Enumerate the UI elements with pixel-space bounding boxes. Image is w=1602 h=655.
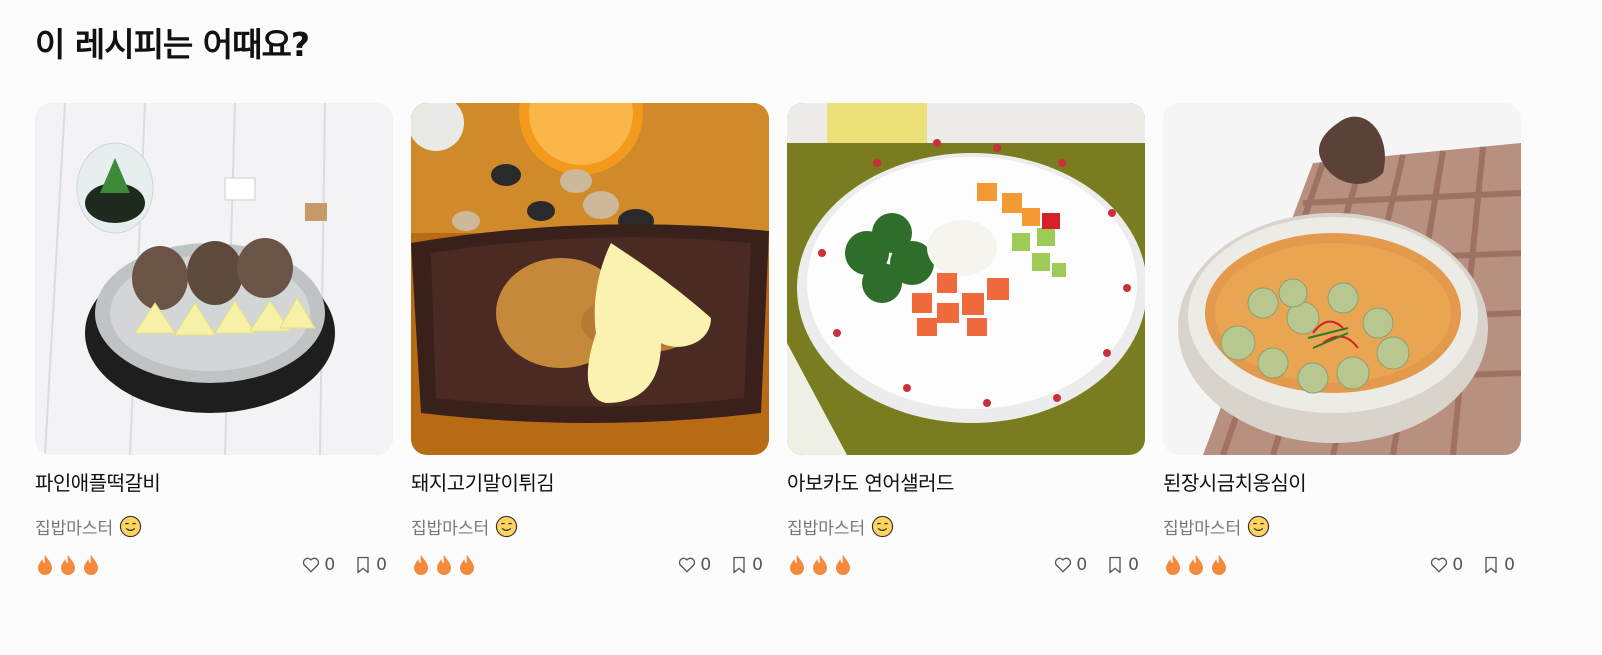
smiling-face-icon: [496, 515, 518, 538]
recipe-thumbnail[interactable]: [411, 103, 769, 455]
recipe-title[interactable]: 된장시금치옹심이: [1163, 471, 1521, 495]
author-row[interactable]: 집밥마스터: [35, 514, 393, 539]
bookmark-icon: [733, 556, 745, 574]
author-name[interactable]: 집밥마스터: [787, 514, 865, 539]
doenjang-spinach-ongsimi-photo: [1163, 103, 1521, 455]
like-button[interactable]: 0: [677, 555, 711, 575]
author-row[interactable]: 집밥마스터: [1163, 514, 1521, 539]
recipe-card[interactable]: 아보카도 연어샐러드 집밥마스터 0 0: [787, 103, 1145, 577]
recipe-thumbnail[interactable]: [1163, 103, 1521, 455]
author-row[interactable]: 집밥마스터: [411, 514, 769, 539]
section-title: 이 레시피는 어때요?: [35, 25, 310, 64]
heart-icon: [679, 557, 696, 573]
bookmark-button[interactable]: 0: [353, 555, 387, 575]
recipe-title[interactable]: 돼지고기말이튀김: [411, 471, 769, 495]
smiling-face-icon: [1248, 515, 1270, 538]
author-name[interactable]: 집밥마스터: [1163, 514, 1241, 539]
smiling-face-icon: [872, 515, 894, 538]
flame-icon: [84, 555, 98, 575]
bookmark-icon: [1109, 556, 1121, 574]
bookmark-count: 0: [376, 555, 387, 575]
like-count: 0: [1076, 555, 1088, 575]
flame-icon: [1166, 555, 1180, 575]
flame-icon: [1189, 555, 1203, 575]
bookmark-button[interactable]: 0: [729, 555, 763, 575]
like-button[interactable]: 0: [1053, 555, 1087, 575]
smiling-face-icon: [120, 515, 142, 538]
flame-icon: [790, 555, 804, 575]
recipe-card[interactable]: 된장시금치옹심이 집밥마스터 0 0: [1163, 103, 1521, 577]
recipe-counters: 0 0: [1429, 555, 1521, 575]
flame-icon: [38, 555, 52, 575]
bookmark-count: 0: [1128, 555, 1139, 575]
heart-icon: [303, 557, 320, 573]
flame-icon: [813, 555, 827, 575]
bookmark-count: 0: [752, 555, 763, 575]
heart-icon: [1431, 557, 1448, 573]
recipe-title[interactable]: 파인애플떡갈비: [35, 471, 393, 495]
recipe-card[interactable]: 돼지고기말이튀김 집밥마스터 0 0: [411, 103, 769, 577]
recipe-meta: 0 0: [1163, 553, 1521, 577]
author-name[interactable]: 집밥마스터: [411, 514, 489, 539]
recipe-counters: 0 0: [677, 555, 769, 575]
like-button[interactable]: 0: [301, 555, 335, 575]
recipe-thumbnail[interactable]: [35, 103, 393, 455]
flame-icon: [1212, 555, 1226, 575]
like-button[interactable]: 0: [1429, 555, 1463, 575]
author-name[interactable]: 집밥마스터: [35, 514, 113, 539]
bookmark-button[interactable]: 0: [1105, 555, 1139, 575]
bookmark-icon: [1485, 556, 1497, 574]
bookmark-icon: [357, 556, 369, 574]
like-count: 0: [700, 555, 712, 575]
avocado-salmon-salad-photo: [787, 103, 1145, 455]
difficulty-rating: [787, 554, 853, 576]
recipe-meta: 0 0: [787, 553, 1145, 577]
heart-icon: [1055, 557, 1072, 573]
recipe-meta: 0 0: [411, 553, 769, 577]
flame-icon: [414, 555, 428, 575]
flame-icon: [460, 555, 474, 575]
recipe-counters: 0 0: [301, 555, 393, 575]
difficulty-rating: [1163, 554, 1229, 576]
recipe-thumbnail[interactable]: [787, 103, 1145, 455]
like-count: 0: [1452, 555, 1464, 575]
bookmark-button[interactable]: 0: [1481, 555, 1515, 575]
flame-icon: [836, 555, 850, 575]
difficulty-rating: [35, 554, 101, 576]
like-count: 0: [324, 555, 336, 575]
recipe-title[interactable]: 아보카도 연어샐러드: [787, 471, 1145, 495]
recipe-counters: 0 0: [1053, 555, 1145, 575]
flame-icon: [437, 555, 451, 575]
recipe-meta: 0 0: [35, 553, 393, 577]
difficulty-rating: [411, 554, 477, 576]
flame-icon: [61, 555, 75, 575]
author-row[interactable]: 집밥마스터: [787, 514, 1145, 539]
recipe-grid: 파인애플떡갈비 집밥마스터 0 0 돼지고기말이튀김 집밥마스터 0 0 아보카…: [35, 103, 1521, 577]
pork-roll-fry-photo: [411, 103, 769, 455]
bookmark-count: 0: [1504, 555, 1515, 575]
pineapple-tteokgalbi-photo: [35, 103, 393, 455]
recipe-card[interactable]: 파인애플떡갈비 집밥마스터 0 0: [35, 103, 393, 577]
